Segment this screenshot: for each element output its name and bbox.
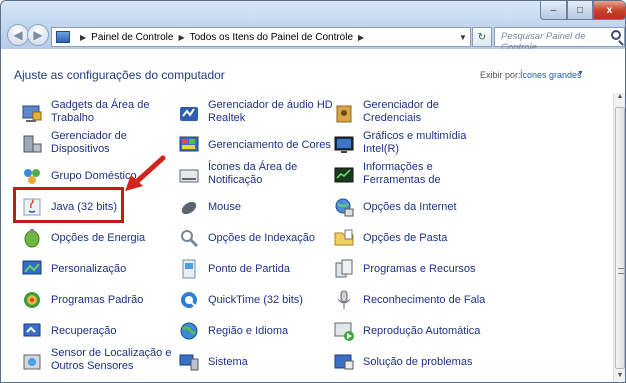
- view-by-dropdown[interactable]: Ícones grandes: [520, 70, 582, 80]
- minimize-button[interactable]: –: [540, 1, 567, 20]
- maximize-button[interactable]: □: [567, 1, 593, 20]
- breadcrumb-control-panel[interactable]: Painel de Controle: [91, 32, 173, 43]
- getting-started-icon: [182, 259, 196, 279]
- breadcrumb-separator-icon[interactable]: ▶: [358, 33, 364, 42]
- address-dropdown-icon[interactable]: ▼: [456, 33, 470, 42]
- content-header: Ajuste as configurações do computador Ex…: [1, 49, 625, 93]
- default-programs-icon: [24, 292, 40, 308]
- control-panel-window: – □ x ◀ ▶ ▶ Painel de Controle ▶ Todos o…: [0, 0, 626, 383]
- speech-recognition-icon: [337, 290, 351, 309]
- page-title: Ajuste as configurações do computador: [14, 68, 225, 82]
- homegroup-icon: [24, 169, 40, 184]
- gadgets-icon: [22, 105, 42, 122]
- red-arrow-icon: [125, 155, 166, 191]
- recovery-icon: [23, 323, 41, 337]
- indexing-options-icon: [181, 230, 199, 248]
- internet-options-icon: [335, 198, 354, 217]
- scroll-thumb[interactable]: [615, 107, 625, 369]
- vertical-scrollbar[interactable]: ▲ ▼: [613, 93, 625, 382]
- autoplay-icon: [334, 322, 354, 341]
- search-input[interactable]: Pesquisar Painel de Controle: [494, 27, 625, 53]
- forward-arrow-icon: ▶: [33, 28, 43, 42]
- realtek-audio-icon: [180, 107, 198, 121]
- programs-features-icon: [335, 259, 353, 278]
- performance-info-icon: [334, 167, 354, 183]
- location-sensors-icon: [23, 354, 41, 370]
- intel-graphics-icon: [334, 136, 354, 153]
- java-highlight-box: [13, 187, 124, 223]
- system-icon: [179, 354, 199, 371]
- credential-manager-icon: [336, 105, 352, 123]
- control-panel-items: Gadgets da Área de Trabalho Gerenciador d…: [1, 93, 613, 382]
- breadcrumb-separator-icon[interactable]: ▶: [178, 33, 184, 42]
- scroll-grip-icon: [618, 268, 624, 274]
- power-options-icon: [24, 229, 40, 248]
- back-button[interactable]: ◀: [7, 24, 29, 46]
- address-bar[interactable]: ▶ Painel de Controle ▶ Todos os Itens do…: [51, 27, 471, 47]
- view-by-label: Exibir por:: [480, 70, 521, 80]
- notification-icons-icon: [179, 169, 199, 183]
- troubleshooting-icon: [334, 354, 354, 370]
- scroll-down-icon[interactable]: ▼: [614, 372, 625, 382]
- personalization-icon: [22, 260, 42, 275]
- region-language-icon: [180, 322, 198, 340]
- search-icon[interactable]: [611, 30, 621, 40]
- refresh-button[interactable]: ↻: [472, 27, 492, 47]
- back-arrow-icon: ◀: [13, 28, 23, 42]
- scroll-up-icon[interactable]: ▲: [614, 93, 625, 105]
- mouse-icon: [181, 201, 197, 215]
- control-panel-icon: [56, 31, 70, 43]
- quicktime-icon: [181, 292, 197, 308]
- refresh-icon: ↻: [477, 31, 487, 43]
- breadcrumb-separator-icon[interactable]: ▶: [80, 33, 86, 42]
- device-manager-icon: [23, 135, 42, 153]
- close-button[interactable]: x: [593, 1, 625, 20]
- chevron-down-icon[interactable]: ▼: [577, 70, 584, 77]
- title-bar: – □ x ◀ ▶ ▶ Painel de Controle ▶ Todos o…: [1, 1, 625, 53]
- folder-options-icon: [334, 229, 354, 246]
- forward-button[interactable]: ▶: [27, 24, 49, 46]
- breadcrumb-all-items[interactable]: Todos os Itens do Painel de Controle: [190, 32, 353, 43]
- color-management-icon: [179, 136, 199, 152]
